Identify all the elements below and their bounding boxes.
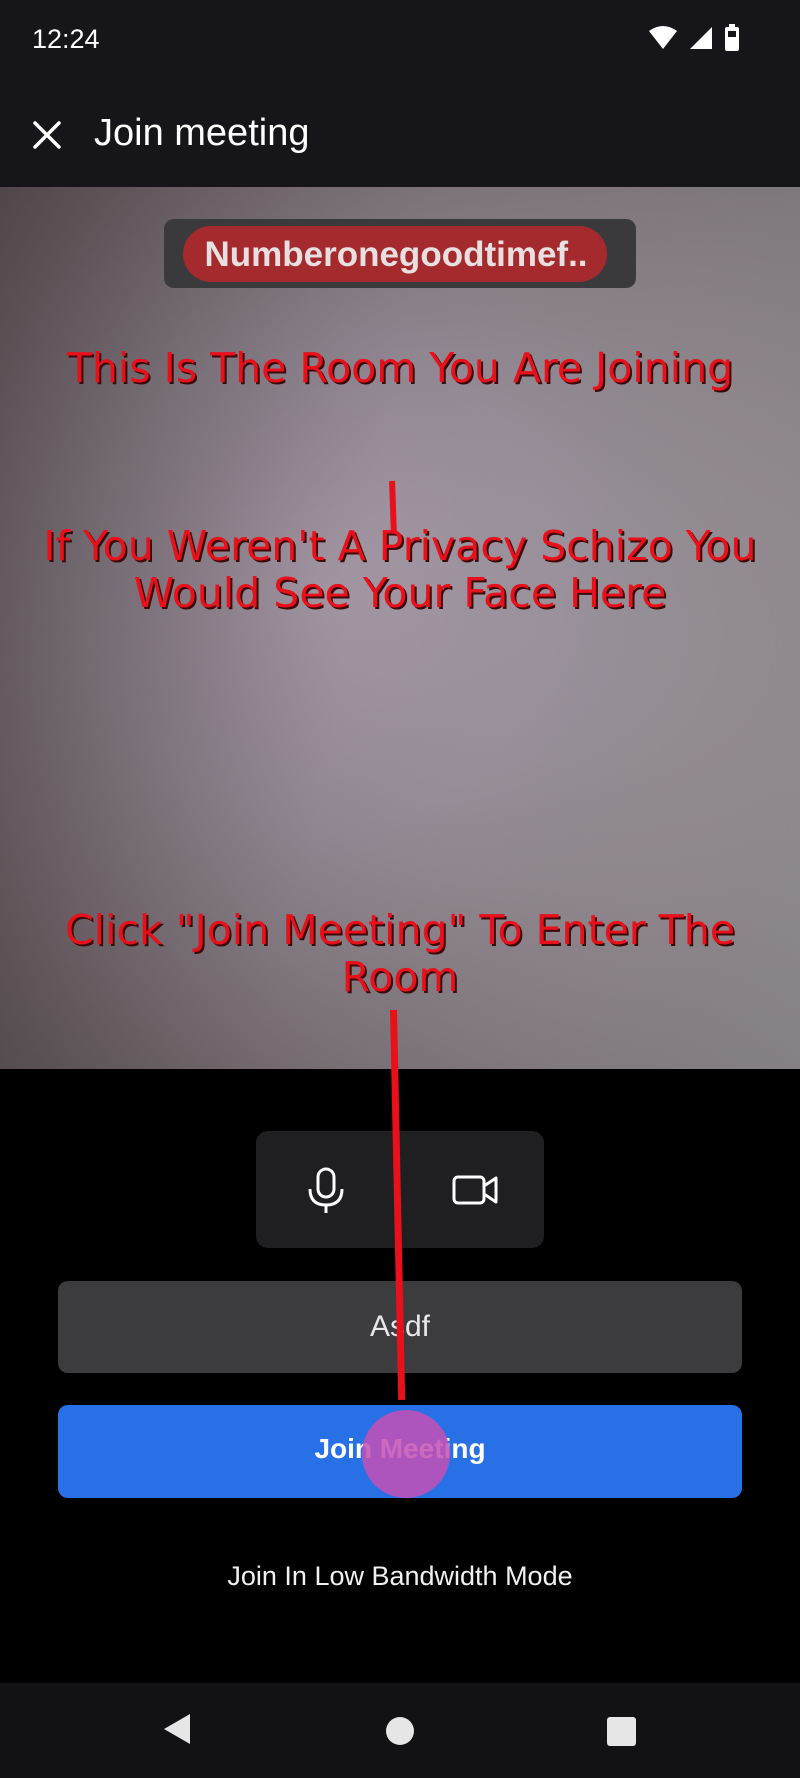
back-icon[interactable]: [162, 1712, 192, 1746]
page-title: Join meeting: [94, 112, 310, 154]
room-name: Numberonegoodtimef..: [204, 235, 588, 274]
close-button[interactable]: [26, 114, 68, 156]
camera-preview: Numberonegoodtimef.. This Is The Room Yo…: [0, 187, 800, 1069]
microphone-button[interactable]: [304, 1167, 348, 1215]
status-time: 12:24: [32, 24, 100, 54]
low-bandwidth-link[interactable]: Join In Low Bandwidth Mode: [0, 1561, 800, 1592]
camera-button[interactable]: [452, 1172, 498, 1208]
microphone-icon: [308, 1167, 344, 1213]
recent-apps-icon[interactable]: [607, 1717, 636, 1746]
app-bar: Join meeting: [0, 80, 800, 187]
status-bar: 12:24: [0, 0, 800, 80]
close-icon: [33, 121, 61, 149]
annotation-room: This Is The Room You Are Joining: [66, 344, 734, 392]
video-camera-icon: [452, 1175, 498, 1205]
wifi-icon: [649, 26, 677, 49]
battery-icon: [725, 24, 739, 51]
signal-icon: [690, 27, 712, 49]
tap-indicator: [362, 1410, 450, 1498]
annotation-join: Click "Join Meeting" To Enter The Room: [65, 906, 735, 1002]
home-icon[interactable]: [386, 1717, 414, 1745]
annotation-face: If You Weren't A Privacy Schizo You Woul…: [43, 522, 757, 618]
status-icons: [648, 24, 740, 52]
